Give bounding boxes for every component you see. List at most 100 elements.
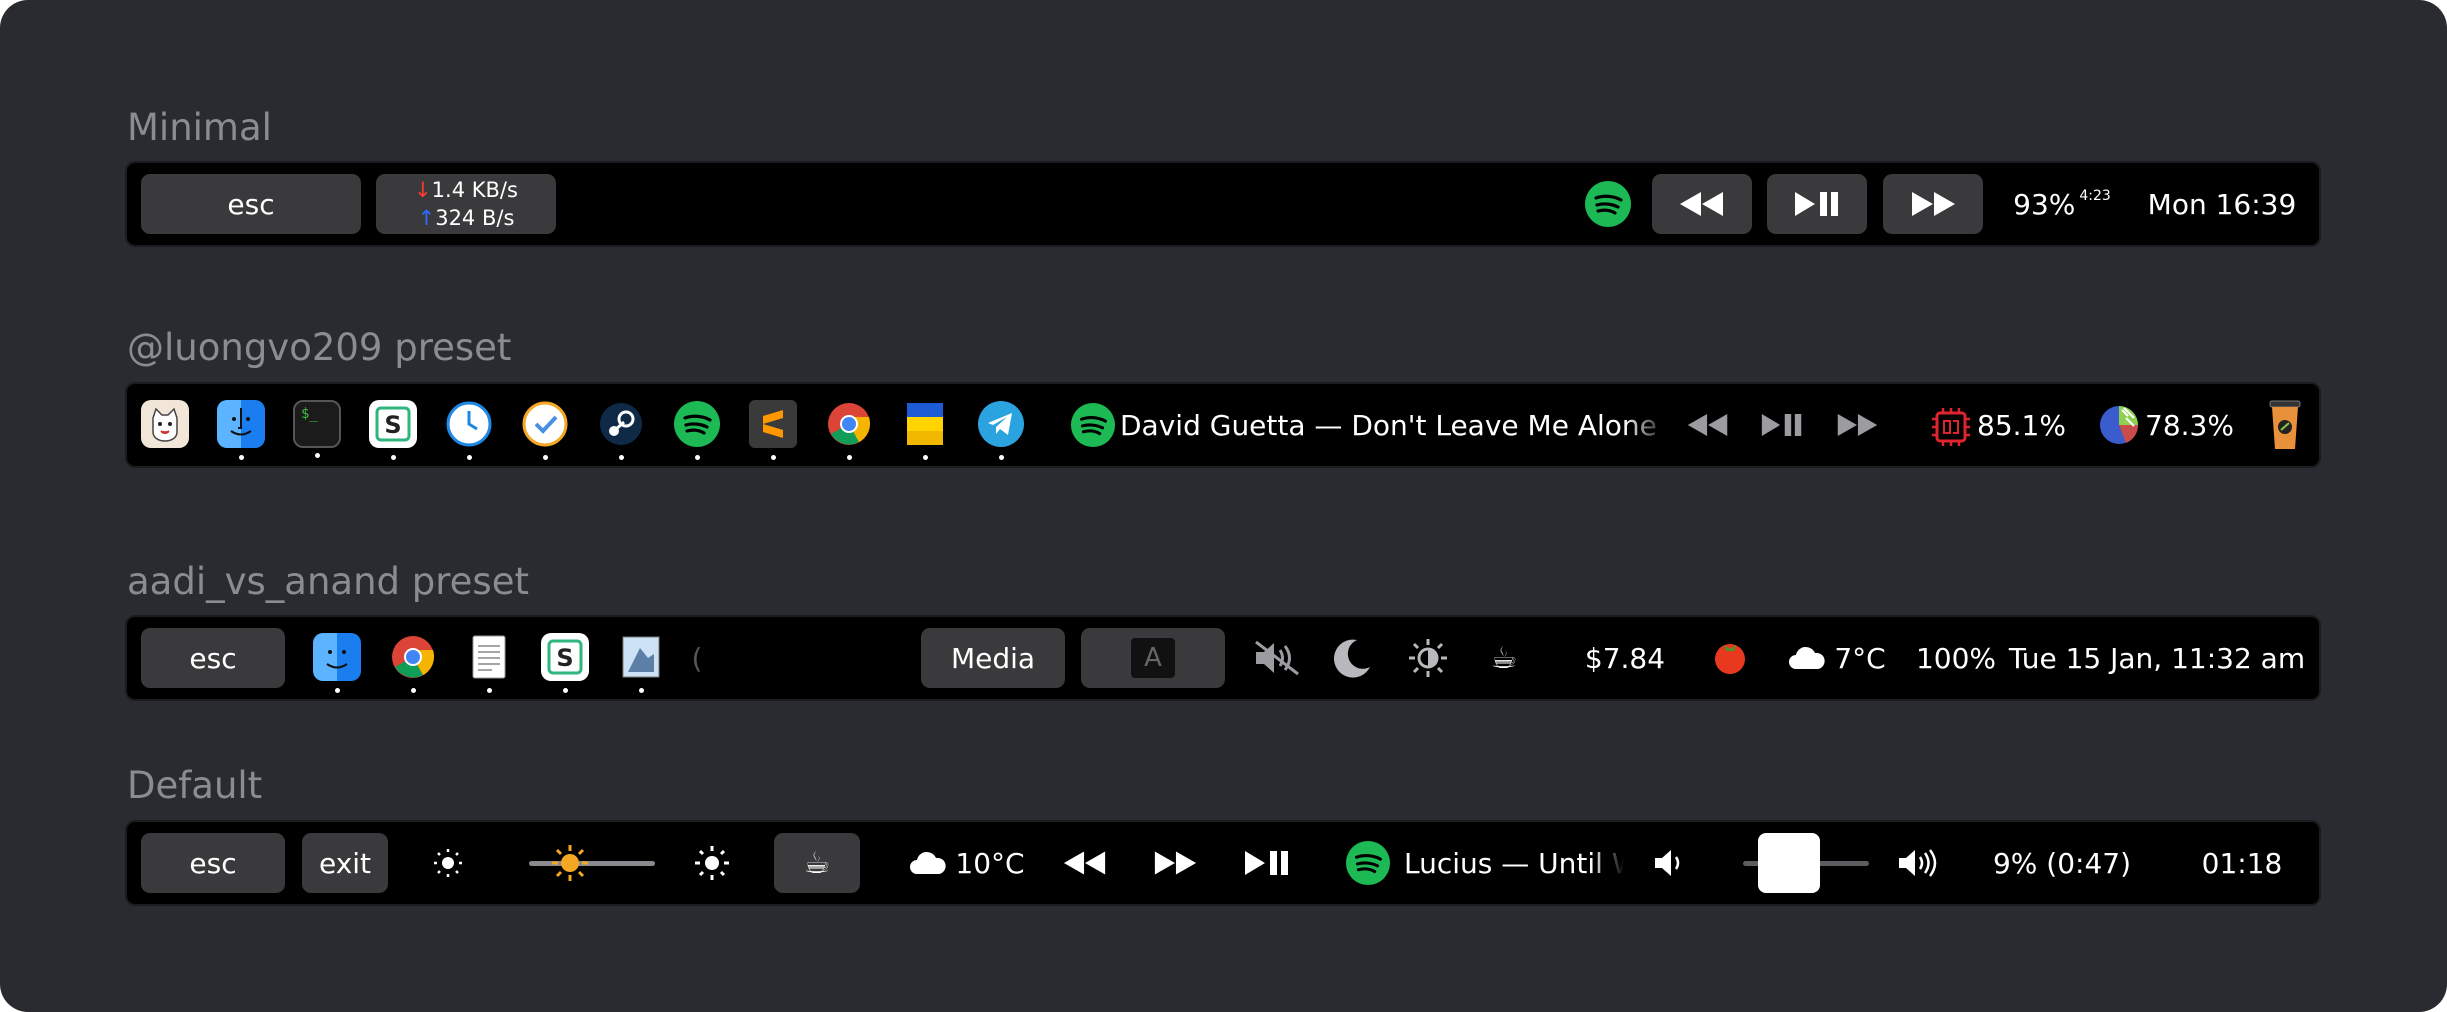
battery-time: 4:23 <box>2079 188 2111 204</box>
coffee-cup-icon[interactable] <box>2263 396 2307 454</box>
brightness-up-icon[interactable] <box>691 843 733 883</box>
cpu-icon <box>1927 403 1975 451</box>
terminal-icon[interactable]: $_ <box>293 400 341 458</box>
tasks-app-icon[interactable] <box>521 400 569 460</box>
battery-percent[interactable]: 100% <box>1891 628 2021 688</box>
now-playing-label[interactable]: Lucius — Until We Get There <box>1404 833 1624 893</box>
play-pause-button[interactable] <box>1767 174 1867 234</box>
download-arrow-icon: ↓ <box>414 178 432 202</box>
battery-widget[interactable]: 9% (0:47) <box>1977 833 2147 893</box>
steam-icon[interactable] <box>597 400 645 460</box>
textedit-icon[interactable] <box>465 633 513 693</box>
running-indicator <box>922 455 928 460</box>
tomato-timer-icon[interactable] <box>1705 632 1755 680</box>
touchbar-minimal: esc ↓ 1.4 KB/s ↑ 324 B/s 93% 4:23 Mon 16:39 <box>127 163 2319 245</box>
finder-icon[interactable] <box>217 400 265 460</box>
more-apps-indicator: ( <box>691 641 703 675</box>
stickies-icon[interactable] <box>901 400 949 460</box>
chrome-icon[interactable] <box>825 400 873 460</box>
next-track-button[interactable] <box>1829 406 1885 444</box>
running-indicator <box>466 455 472 460</box>
caffeinate-button[interactable]: ☕ <box>774 833 860 893</box>
svg-text:S: S <box>384 411 401 439</box>
spotify-app-icon[interactable] <box>673 400 721 460</box>
telegram-icon[interactable] <box>977 400 1025 460</box>
esc-button[interactable]: esc <box>141 833 285 893</box>
preset-gallery: Minimal esc ↓ 1.4 KB/s ↑ 324 B/s 93% 4:23 M… <box>0 0 2447 1012</box>
rewind-icon <box>1680 192 1723 216</box>
weather-temp: 10°C <box>955 846 1025 880</box>
volume-slider-knob[interactable] <box>1758 833 1820 893</box>
running-indicator <box>694 455 700 460</box>
cpu-usage[interactable]: 85.1% <box>1977 395 2077 455</box>
finder-icon[interactable] <box>313 633 361 693</box>
esc-button[interactable]: esc <box>141 628 285 688</box>
weather-temp: 7°C <box>1834 641 1886 675</box>
dark-mode-icon[interactable] <box>1327 634 1377 682</box>
sublime-text-icon[interactable] <box>749 400 797 460</box>
svg-text:S: S <box>556 644 573 672</box>
mute-icon[interactable] <box>1249 634 1305 682</box>
input-source-label: A <box>1131 638 1175 678</box>
volume-up-icon[interactable] <box>1895 843 1941 883</box>
now-playing-label[interactable]: David Guetta — Don't Leave Me Alone (fea… <box>1120 395 1668 455</box>
touchbar-default: esc exit ☕ 10°C Lucius — Until 9% (0:47)… <box>127 822 2319 904</box>
brightness-slider[interactable] <box>527 843 657 883</box>
cloud-icon <box>1789 646 1825 669</box>
caffeinate-icon[interactable]: ☕ <box>1479 634 1529 682</box>
section-title-aadi: aadi_vs_anand preset <box>127 560 529 603</box>
next-track-button[interactable] <box>1883 174 1983 234</box>
running-indicator <box>998 455 1004 460</box>
previous-track-button[interactable] <box>1652 174 1752 234</box>
stock-price[interactable]: $7.84 <box>1555 628 1695 688</box>
network-widget[interactable]: ↓ 1.4 KB/s ↑ 324 B/s <box>376 174 556 234</box>
memory-pie-icon <box>2097 403 2141 447</box>
slack-icon[interactable]: S <box>369 400 417 460</box>
next-track-button[interactable] <box>1145 843 1205 883</box>
fast-forward-icon <box>1154 851 1197 875</box>
clock[interactable]: Mon 16:39 <box>2137 174 2307 234</box>
weather-widget[interactable]: 7°C <box>1767 628 1907 688</box>
running-indicator <box>618 455 624 460</box>
volume-down-icon[interactable] <box>1647 843 1693 883</box>
rewind-icon <box>1687 414 1728 436</box>
volume-slider[interactable] <box>1741 833 1871 893</box>
slack-icon[interactable]: S <box>541 633 589 693</box>
running-indicator <box>542 455 548 460</box>
spotify-icon[interactable] <box>1344 839 1392 887</box>
brightness-down-icon[interactable] <box>427 843 469 883</box>
touchbar-aadi: esc S ( Media A ☕ $7.84 7°C 100% Tue 15 … <box>127 617 2319 699</box>
previous-track-button[interactable] <box>1680 406 1736 444</box>
play-pause-button[interactable] <box>1754 406 1810 444</box>
battery-widget[interactable]: 93% 4:23 <box>2007 174 2117 234</box>
running-indicator <box>238 455 244 460</box>
clock-app-icon[interactable] <box>445 400 493 460</box>
media-button[interactable]: Media <box>921 628 1065 688</box>
esc-button[interactable]: esc <box>141 174 361 234</box>
net-up-value: 324 B/s <box>435 206 515 230</box>
memory-usage[interactable]: 78.3% <box>2145 395 2255 455</box>
rewind-icon <box>1063 851 1106 875</box>
weather-widget[interactable]: 10°C <box>897 833 1037 893</box>
section-title-default: Default <box>127 764 263 807</box>
running-indicator <box>770 455 776 460</box>
battery-percent: 93% <box>2013 187 2076 221</box>
play-pause-button[interactable] <box>1237 843 1297 883</box>
previous-track-button[interactable] <box>1055 843 1115 883</box>
cat-app-icon[interactable] <box>141 400 189 448</box>
exit-button[interactable]: exit <box>302 833 388 893</box>
play-pause-icon <box>1761 414 1802 436</box>
spotify-icon[interactable] <box>1584 180 1632 228</box>
preview-icon[interactable] <box>617 633 665 693</box>
input-source-button[interactable]: A <box>1081 628 1225 688</box>
section-title-luongvo: @luongvo209 preset <box>127 326 512 369</box>
spotify-icon[interactable] <box>1069 401 1117 449</box>
running-indicator <box>562 688 568 693</box>
brightness-sun-knob[interactable] <box>550 843 590 883</box>
touchbar-luongvo: $_ S David Guetta — Don't Leave Me Alone… <box>127 384 2319 466</box>
chrome-icon[interactable] <box>389 633 437 693</box>
fast-forward-icon <box>1912 192 1955 216</box>
night-shift-icon[interactable] <box>1403 634 1453 682</box>
clock[interactable]: 01:18 <box>2187 833 2297 893</box>
datetime[interactable]: Tue 15 Jan, 11:32 am <box>2007 628 2307 688</box>
